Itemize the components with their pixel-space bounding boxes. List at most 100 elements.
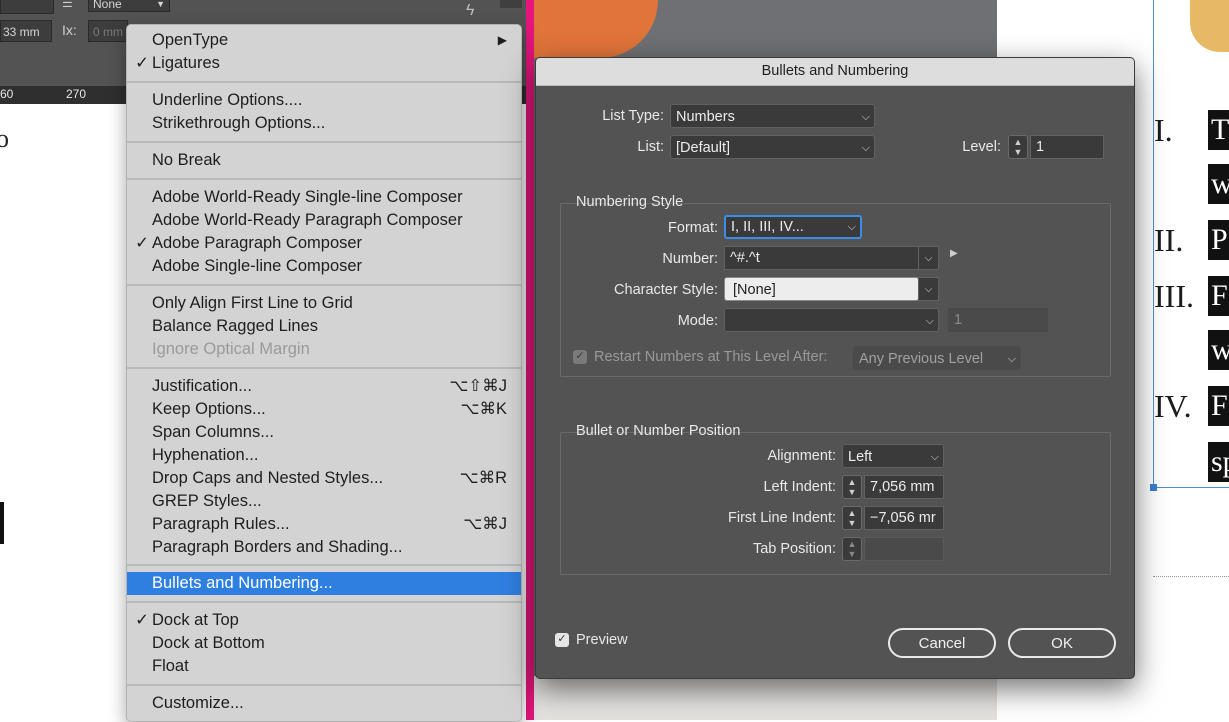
menu-item-world-ready-paragraph[interactable]: Adobe World-Ready Paragraph Composer <box>127 209 521 232</box>
list-select[interactable]: [Default] ⌵ <box>670 135 875 159</box>
highlighted-text: w <box>1208 330 1229 370</box>
menu-item-keep-options[interactable]: Keep Options... ⌥⌘K <box>127 398 521 421</box>
menu-item-world-ready-single-line[interactable]: Adobe World-Ready Single-line Composer <box>127 186 521 209</box>
tab-position-label: Tab Position: <box>752 541 836 557</box>
preview-checkbox[interactable]: ✓ <box>555 633 569 647</box>
format-select[interactable]: I, II, III, IV... ⌵ <box>724 215 862 239</box>
frame-guide-horizontal <box>1153 487 1229 488</box>
menu-item-strikethrough-options[interactable]: Strikethrough Options... <box>127 112 521 135</box>
menu-separator <box>127 141 521 143</box>
character-style-value: [None] <box>733 282 776 298</box>
list-numeral: IV. <box>1154 388 1192 424</box>
menu-item-bullets-numbering[interactable]: Bullets and Numbering... <box>127 572 521 595</box>
level-value: 1 <box>1036 139 1045 155</box>
menu-item-drop-caps[interactable]: Drop Caps and Nested Styles... ⌥⌘R <box>127 467 521 490</box>
highlighted-text: w <box>1208 164 1229 204</box>
menu-item-justification[interactable]: Justification... ⌥⇧⌘J <box>127 375 521 398</box>
checkmark-icon: ✓ <box>135 234 149 252</box>
menu-item-label: Dock at Bottom <box>152 634 265 652</box>
menu-item-label: GREP Styles... <box>152 492 262 510</box>
menu-item-label: Customize... <box>152 694 244 712</box>
menu-separator <box>127 81 521 83</box>
number-label: Number: <box>662 251 718 267</box>
menu-item-paragraph-composer[interactable]: ✓ Adobe Paragraph Composer <box>127 232 521 255</box>
menu-item-no-break[interactable]: No Break <box>127 149 521 172</box>
list-label: List: <box>637 139 664 155</box>
checkmark-icon: ✓ <box>135 611 149 629</box>
menu-item-label: Drop Caps and Nested Styles... <box>152 469 384 487</box>
menu-item-span-columns[interactable]: Span Columns... <box>127 421 521 444</box>
restart-after-select: Any Previous Level ⌵ <box>853 346 1021 370</box>
character-style-select[interactable]: [None] <box>724 277 919 301</box>
restart-numbers-checkbox: ✓ <box>573 350 587 364</box>
ruler-label: 270 <box>66 87 87 101</box>
menu-item-label: OpenType <box>152 31 229 49</box>
menu-item-label: Keep Options... <box>152 400 266 418</box>
checkmark-icon: ✓ <box>135 54 149 72</box>
alignment-label: Alignment: <box>767 448 836 464</box>
first-line-indent-field[interactable]: −7,056 mr <box>864 506 944 530</box>
special-char-arrow-icon[interactable]: ▶ <box>950 248 958 259</box>
mode-number-field: 1 <box>948 308 1048 332</box>
menu-item-align-first-line[interactable]: Only Align First Line to Grid <box>127 292 521 315</box>
chevron-down-icon: ⌵ <box>930 451 939 463</box>
menu-item-balance-ragged[interactable]: Balance Ragged Lines <box>127 315 521 338</box>
list-type-select[interactable]: Numbers ⌵ <box>670 104 875 128</box>
alignment-select[interactable]: Left ⌵ <box>842 444 944 468</box>
bullets-numbering-dialog: Bullets and Numbering List Type: Numbers… <box>535 57 1135 679</box>
alignment-value: Left <box>848 449 873 465</box>
menu-item-hyphenation[interactable]: Hyphenation... <box>127 444 521 467</box>
format-value: I, II, III, IV... <box>731 219 804 235</box>
menu-item-customize[interactable]: Customize... <box>127 692 521 715</box>
level-stepper[interactable]: ▲ ▼ <box>1008 135 1028 159</box>
dotted-rule <box>1153 576 1229 577</box>
menu-item-ligatures[interactable]: ✓ Ligatures <box>127 52 521 75</box>
frame-handle[interactable] <box>1150 484 1157 491</box>
control-field-top-left[interactable] <box>0 0 54 14</box>
menu-item-single-line-composer[interactable]: Adobe Single-line Composer <box>127 255 521 278</box>
tab-position-stepper: ▲ ▼ <box>842 537 862 561</box>
first-line-indent-stepper[interactable]: ▲ ▼ <box>842 506 862 530</box>
number-value: ^#.^t <box>730 250 760 266</box>
menu-separator <box>127 367 521 369</box>
menu-item-dock-bottom[interactable]: Dock at Bottom <box>127 632 521 655</box>
text-cursor-bar <box>0 502 4 544</box>
menu-item-opentype[interactable]: OpenType ▶ <box>127 29 521 52</box>
left-indent-field[interactable]: 7,056 mm <box>864 475 944 499</box>
width-field[interactable]: 33 mm <box>0 20 52 42</box>
menu-item-borders-shading[interactable]: Paragraph Borders and Shading... <box>127 536 521 559</box>
number-menu-button[interactable]: ⌵ <box>918 246 939 270</box>
mode-number-value: 1 <box>954 312 963 328</box>
offset-field[interactable]: 0 mm <box>88 20 128 42</box>
align-icon[interactable]: ☰ <box>62 0 73 10</box>
menu-item-underline-options[interactable]: Underline Options.... <box>127 89 521 112</box>
menu-item-grep-styles[interactable]: GREP Styles... <box>127 490 521 513</box>
menu-item-paragraph-rules[interactable]: Paragraph Rules... ⌥⌘J <box>127 513 521 536</box>
level-label: Level: <box>962 139 1001 155</box>
character-style-label: Character Style: <box>614 282 718 298</box>
menu-item-label: Adobe Paragraph Composer <box>152 234 363 252</box>
highlighted-text: P <box>1208 220 1229 260</box>
level-field[interactable]: 1 <box>1030 135 1104 159</box>
menu-item-label: Paragraph Rules... <box>152 515 290 533</box>
menu-item-float[interactable]: Float <box>127 655 521 678</box>
menu-item-shortcut: ⌥⌘K <box>460 400 507 418</box>
format-label: Format: <box>668 220 718 236</box>
lightning-icon[interactable]: ϟ <box>466 2 474 20</box>
menu-item-label: Dock at Top <box>152 611 239 629</box>
list-type-value: Numbers <box>676 109 735 125</box>
ok-button[interactable]: OK <box>1008 628 1116 658</box>
stroke-style-select[interactable]: None ▼ <box>88 0 170 12</box>
gear-icon[interactable] <box>500 0 522 8</box>
left-indent-stepper[interactable]: ▲ ▼ <box>842 475 862 499</box>
cancel-button[interactable]: Cancel <box>888 628 996 658</box>
chevron-down-icon: ⌵ <box>1007 353 1016 365</box>
menu-item-dock-top[interactable]: ✓ Dock at Top <box>127 609 521 632</box>
menu-item-label: Justification... <box>152 377 252 395</box>
offset-icon-text: Ix: <box>62 22 77 38</box>
page-text-fragment: o <box>0 124 9 153</box>
menu-item-label: Bullets and Numbering... <box>152 574 333 592</box>
number-field[interactable]: ^#.^t <box>724 246 919 270</box>
character-style-dropdown[interactable]: ⌵ <box>918 277 939 301</box>
mode-select[interactable]: ⌵ <box>724 308 939 332</box>
